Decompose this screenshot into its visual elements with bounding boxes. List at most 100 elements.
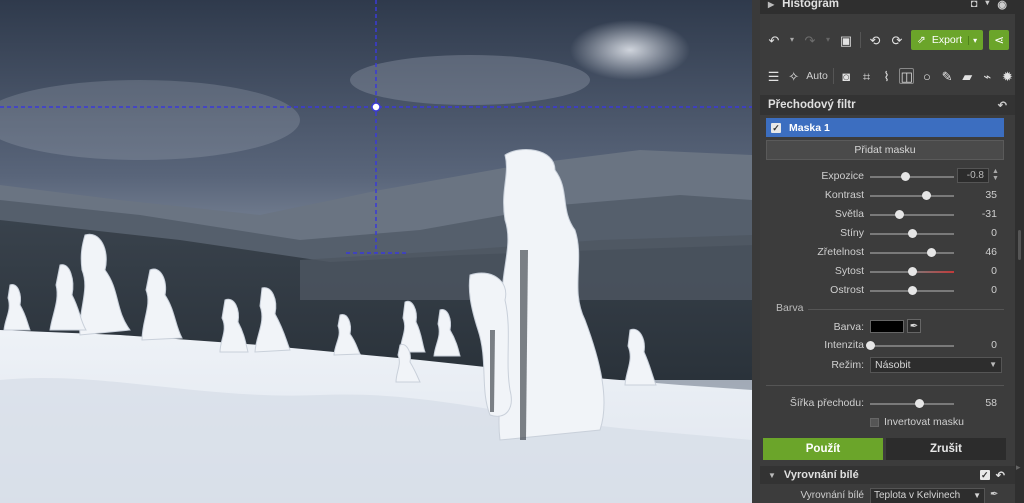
slider-value: 0 xyxy=(991,284,997,296)
slider-knob[interactable] xyxy=(908,286,917,295)
radial-filter-icon[interactable]: ○ xyxy=(919,68,934,84)
export-label: Export xyxy=(931,34,963,46)
invert-mask-label: Invertovat masku xyxy=(884,416,964,428)
rotate-right-icon[interactable]: ⟳ xyxy=(889,32,905,48)
histogram-header[interactable]: ▶ Histogram ◘ ▾ ◉ xyxy=(760,0,1015,14)
slider-sytost[interactable]: Sytost 0 xyxy=(760,263,1015,281)
slider-expozice[interactable]: Expozice -0.8 ▲ ▼ xyxy=(760,168,1015,186)
canvas-divider xyxy=(752,0,760,503)
slider-track[interactable] xyxy=(870,345,954,347)
export-button[interactable]: ⇗ Export ▾ xyxy=(911,30,984,50)
gradient-center-handle xyxy=(371,102,381,112)
photo-canvas[interactable] xyxy=(0,0,752,503)
slider-kontrast[interactable]: Kontrast 35 xyxy=(760,187,1015,205)
slider-knob[interactable] xyxy=(927,248,937,257)
slider-knob[interactable] xyxy=(895,210,905,219)
cancel-button[interactable]: Zrušit xyxy=(886,438,1006,460)
rotate-left-icon[interactable]: ⟲ xyxy=(867,32,883,48)
eyedropper-icon[interactable]: ✒ xyxy=(907,319,921,333)
mode-label: Režim: xyxy=(831,359,864,371)
group-divider xyxy=(808,309,1004,310)
slider-stíny[interactable]: Stíny 0 xyxy=(760,225,1015,243)
compare-image-icon[interactable]: ▣ xyxy=(838,32,854,48)
slider-knob[interactable] xyxy=(908,267,917,276)
slider-track[interactable] xyxy=(870,195,954,197)
blend-mode-select[interactable]: Násobit ▼ xyxy=(870,357,1002,373)
eraser-icon[interactable]: ▰ xyxy=(960,68,975,84)
slider-label: Zřetelnost xyxy=(817,246,864,258)
gear-icon[interactable]: ✹ xyxy=(1000,68,1015,84)
gradient-width-value: 58 xyxy=(985,397,997,409)
apply-button[interactable]: Použít xyxy=(763,438,883,460)
camera-tool-icon[interactable]: ◙ xyxy=(839,68,854,84)
slider-knob[interactable] xyxy=(914,399,924,408)
slider-track[interactable] xyxy=(870,176,954,178)
histogram-title: Histogram xyxy=(782,0,840,10)
slider-value: 46 xyxy=(985,246,997,258)
reset-icon[interactable]: ↶ xyxy=(996,469,1005,482)
gradient-width-slider[interactable]: Šířka přechodu: 58 xyxy=(760,395,1015,413)
undo-dropdown-icon[interactable]: ▾ xyxy=(788,32,796,48)
checkbox-box[interactable] xyxy=(870,417,879,427)
adjustment-panel: ▶ Histogram ◘ ▾ ◉ ↶ ▾ ↷ ▾ ▣ ⟲ ⟳ ⇗ Export… xyxy=(760,0,1015,503)
panel-scrollbar[interactable]: ▸ xyxy=(1015,0,1024,503)
exposure-value-input[interactable]: -0.8 xyxy=(957,168,989,183)
invert-mask-checkbox[interactable]: Invertovat masku xyxy=(870,416,964,428)
brush-icon[interactable]: ✎ xyxy=(940,68,955,84)
white-balance-header[interactable]: ▼ Vyrovnání bílé ✓ ↶ xyxy=(760,466,1015,484)
white-balance-title: Vyrovnání bílé xyxy=(783,469,859,481)
history-toolbar: ↶ ▾ ↷ ▾ ▣ ⟲ ⟳ ⇗ Export ▾ ⋖ xyxy=(760,27,1015,53)
perspective-icon[interactable]: ⌇ xyxy=(879,68,894,84)
magic-wand-icon[interactable]: ✧ xyxy=(786,68,801,84)
share-button[interactable]: ⋖ xyxy=(989,30,1010,50)
intensity-slider[interactable]: Intenzita 0 xyxy=(760,337,1015,355)
slider-value: 35 xyxy=(985,189,997,201)
sliders-icon[interactable]: ☰ xyxy=(766,68,781,84)
mask-list-item[interactable]: ✓ Maska 1 xyxy=(766,118,1004,137)
group-divider xyxy=(766,385,1004,386)
color-group-label: Barva xyxy=(776,302,804,314)
bandage-icon[interactable]: ⌁ xyxy=(980,68,995,84)
scrollbar-thumb[interactable] xyxy=(1018,230,1021,260)
spinner-arrows-icon[interactable]: ▲ ▼ xyxy=(992,168,999,182)
chevron-down-icon[interactable]: ▾ xyxy=(985,0,989,11)
slider-světla[interactable]: Světla -31 xyxy=(760,206,1015,224)
add-mask-button[interactable]: Přidat masku xyxy=(766,140,1004,160)
slider-track[interactable] xyxy=(870,252,954,254)
reset-icon[interactable]: ↶ xyxy=(998,99,1007,112)
slider-label: Ostrost xyxy=(830,284,864,296)
white-balance-select[interactable]: Teplota v Kelvinech ▼ xyxy=(870,488,985,503)
settings-icon[interactable]: ◉ xyxy=(997,0,1007,11)
color-label: Barva: xyxy=(833,321,864,333)
share-icon: ⋖ xyxy=(994,33,1005,47)
slider-ostrost[interactable]: Ostrost 0 xyxy=(760,282,1015,300)
mask-enabled-checkbox[interactable]: ✓ xyxy=(771,122,781,133)
white-balance-row: Vyrovnání bílé Teplota v Kelvinech ▼ ✒ xyxy=(760,488,1015,503)
redo-dropdown-icon[interactable]: ▾ xyxy=(824,32,832,48)
chevron-down-icon: ▼ xyxy=(989,360,997,369)
gradient-width-label: Šířka přechodu: xyxy=(789,397,864,409)
chevron-down-icon: ▼ xyxy=(973,491,981,500)
gradient-filter-icon[interactable]: ◫ xyxy=(899,68,915,84)
slider-label: Expozice xyxy=(821,170,864,182)
slider-track[interactable] xyxy=(870,214,954,216)
slider-knob[interactable] xyxy=(866,341,875,350)
redo-icon[interactable]: ↷ xyxy=(802,32,818,48)
crop-icon[interactable]: ⌗ xyxy=(859,68,874,84)
eyedropper-icon[interactable]: ✒ xyxy=(990,489,998,500)
export-dropdown-icon[interactable]: ▾ xyxy=(968,35,977,45)
slider-knob[interactable] xyxy=(908,229,917,238)
slider-value: -31 xyxy=(981,208,997,220)
gradient-filter-header: Přechodový filtr ↶ xyxy=(760,95,1015,115)
slider-zřetelnost[interactable]: Zřetelnost 46 xyxy=(760,244,1015,262)
slider-knob[interactable] xyxy=(901,172,911,181)
expand-panel-icon[interactable]: ▸ xyxy=(1016,462,1023,474)
white-balance-enabled-checkbox[interactable]: ✓ xyxy=(979,470,990,480)
camera-icon[interactable]: ◘ xyxy=(971,0,978,11)
slider-track[interactable] xyxy=(870,403,954,405)
auto-button[interactable]: Auto xyxy=(806,70,828,82)
undo-icon[interactable]: ↶ xyxy=(766,32,782,48)
color-swatch[interactable] xyxy=(870,320,904,333)
gradient-filter-title: Přechodový filtr xyxy=(768,99,856,111)
slider-knob[interactable] xyxy=(922,191,932,200)
